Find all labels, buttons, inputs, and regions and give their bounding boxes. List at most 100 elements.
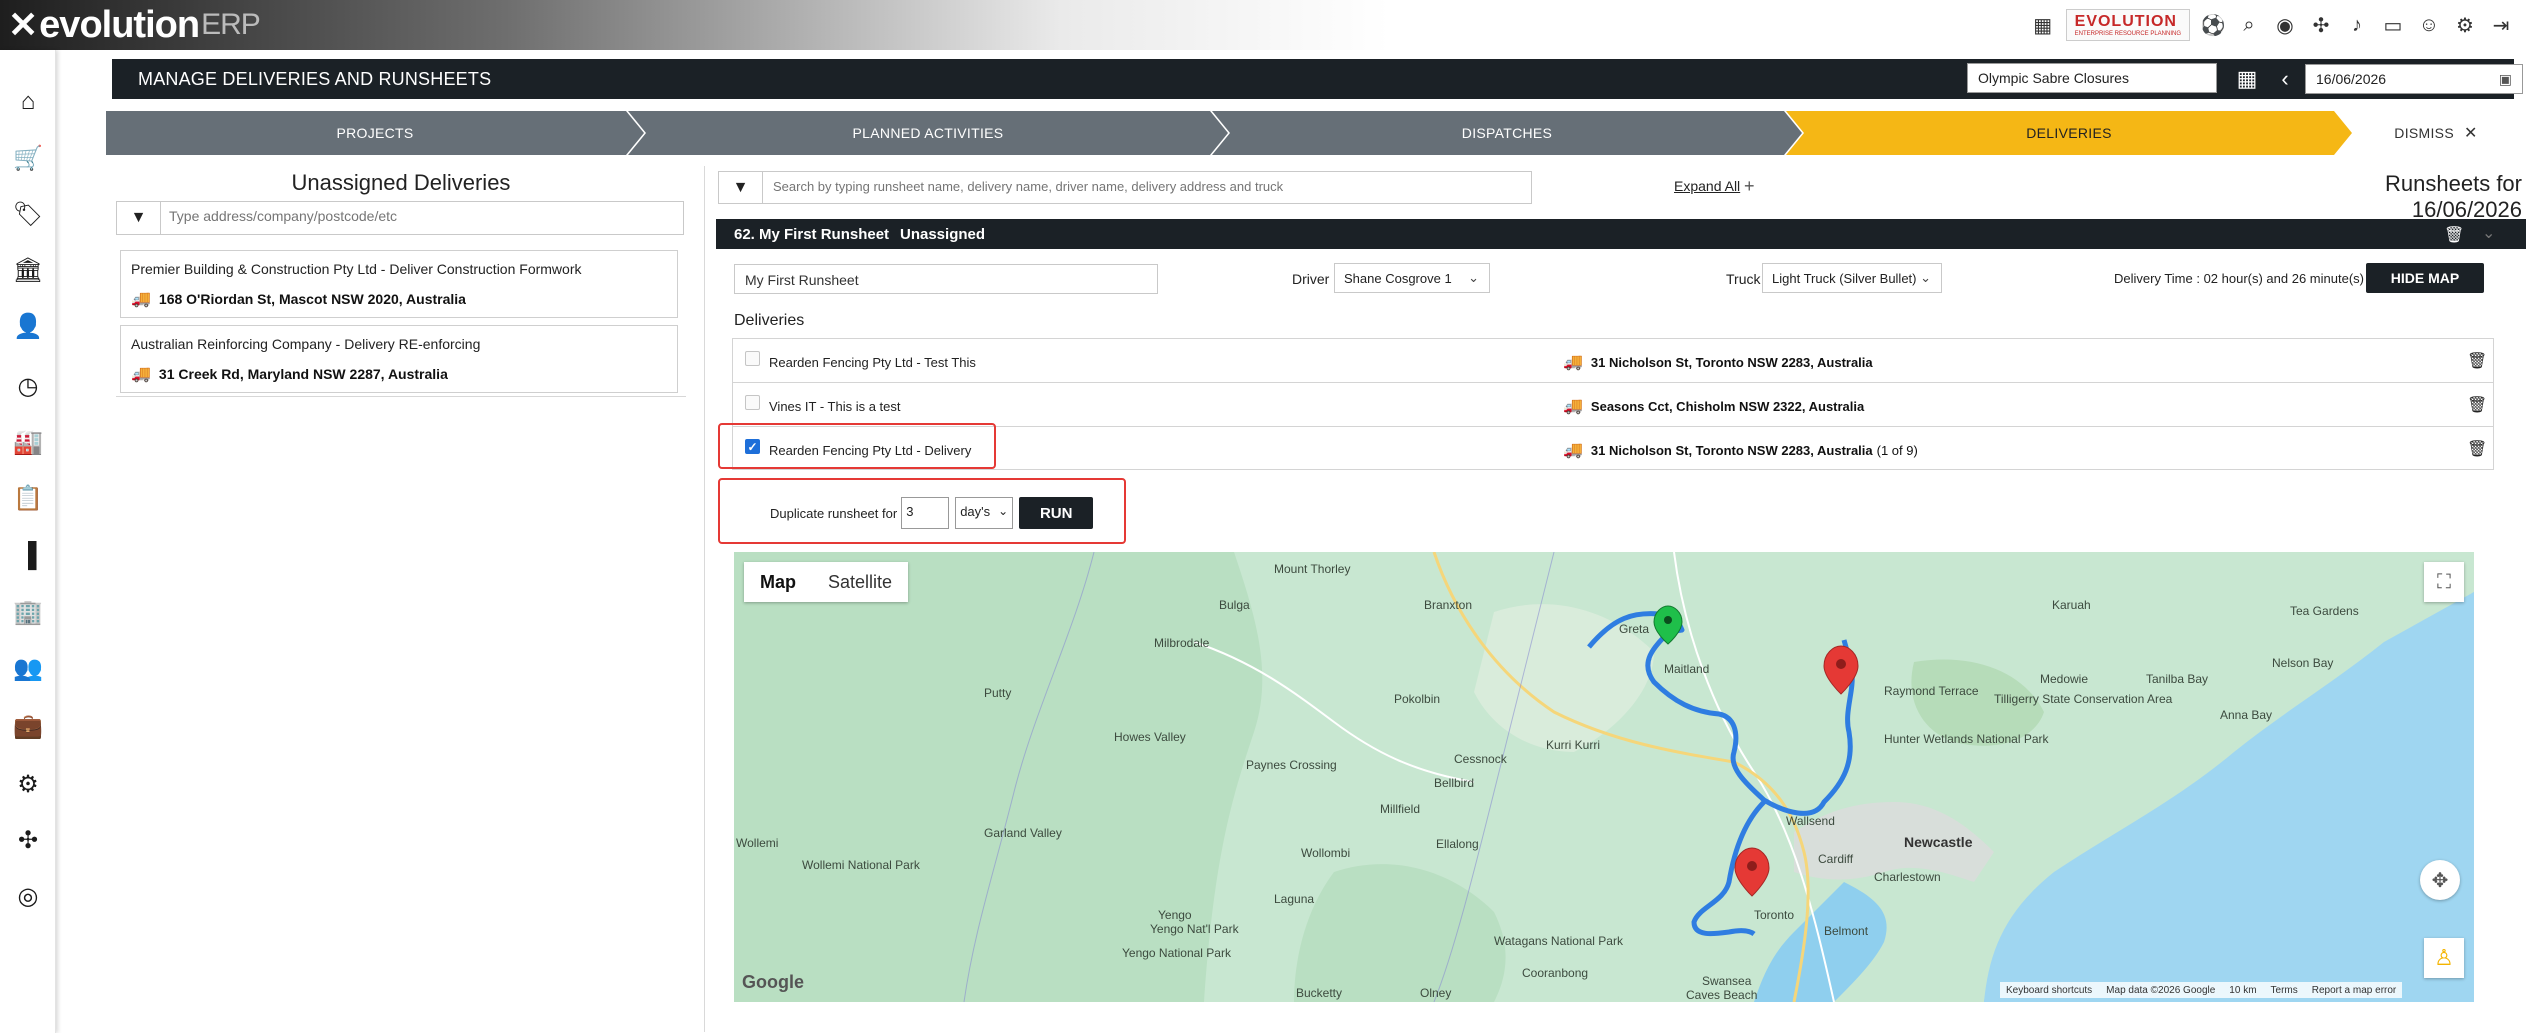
puzzle-icon[interactable]: ✣	[2308, 12, 2334, 38]
map-label: Maitland	[1664, 662, 1710, 676]
runsheet-name-input[interactable]: My First Runsheet	[734, 264, 1158, 294]
clock-icon[interactable]: ◷	[12, 370, 44, 402]
map-type-map[interactable]: Map	[744, 562, 812, 602]
map-label: Nelson Bay	[2272, 656, 2334, 670]
top-bar: ✕ evolution ERP ▦ EVOLUTION ENTERPRISE R…	[0, 0, 2526, 50]
map-label: Tanilba Bay	[2146, 672, 2209, 686]
tag-icon[interactable]: 🏷	[12, 198, 44, 230]
user-settings-icon[interactable]: 👤	[12, 310, 44, 342]
fullscreen-icon[interactable]: ⛶	[2424, 562, 2464, 602]
date-input[interactable]: 16/06/2026 ▣	[2305, 64, 2523, 94]
runsheet-header[interactable]: 62. My First Runsheet Unassigned 🗑 ⌄	[716, 219, 2526, 249]
gear-icon[interactable]: ⚙	[12, 768, 44, 800]
map-label: Tilligerry State Conservation Area	[1994, 692, 2173, 706]
chevron-down-icon[interactable]: ⌄	[2482, 223, 2495, 243]
search-icon[interactable]: ⌕	[2236, 12, 2262, 38]
location-select[interactable]: Olympic Sabre Closures	[1967, 63, 2217, 93]
briefcase-icon[interactable]: 💼	[12, 710, 44, 742]
driver-select[interactable]: Shane Cosgrove 1 ⌄	[1334, 263, 1490, 293]
grid-icon[interactable]: ▦	[2030, 12, 2056, 38]
step-planned-activities[interactable]: PLANNED ACTIVITIES	[628, 111, 1228, 155]
map-label: Bulga	[1219, 598, 1250, 612]
map-type-satellite[interactable]: Satellite	[812, 562, 908, 602]
step-deliveries[interactable]: DELIVERIES	[1786, 111, 2352, 155]
runsheets-title: Runsheets for 16/06/2026	[2385, 171, 2522, 222]
chevron-down-icon: ⌄	[1920, 270, 1931, 285]
map-label: Garland Valley	[984, 826, 1062, 840]
logout-icon[interactable]: ⇥	[2488, 12, 2514, 38]
cart-icon[interactable]: 🛒	[12, 142, 44, 174]
bell-icon[interactable]: ♪	[2344, 12, 2370, 38]
map-label: Putty	[984, 686, 1012, 700]
delivery-time: Delivery Time : 02 hour(s) and 26 minute…	[2114, 271, 2364, 286]
filter-icon[interactable]: ▼	[117, 202, 161, 234]
terms-link[interactable]: Terms	[2271, 985, 2298, 996]
step-projects[interactable]: PROJECTS	[106, 111, 644, 155]
camera-control-icon[interactable]: ✥	[2420, 860, 2460, 900]
truck-icon: 🚚	[1563, 398, 1583, 415]
brand-logo[interactable]: ✕ evolution ERP	[8, 3, 261, 46]
map-label: Cessnock	[1454, 752, 1507, 766]
dismiss-button[interactable]: DISMISS ✕	[2358, 111, 2514, 155]
trash-icon[interactable]: 🗑	[2467, 439, 2487, 459]
user-icon[interactable]: ☺	[2416, 12, 2442, 38]
lifebuoy-icon[interactable]: ◎	[12, 880, 44, 912]
map-label: Howes Valley	[1114, 730, 1186, 744]
runsheet-search: ▼	[718, 171, 1532, 204]
clipboard-icon[interactable]: 📋	[12, 482, 44, 514]
expand-all-link[interactable]: Expand All	[1674, 178, 1740, 194]
highlight-box	[718, 423, 996, 469]
unassigned-delivery-card[interactable]: Australian Reinforcing Company - Deliver…	[120, 325, 678, 393]
trash-icon[interactable]: 🗑	[2444, 225, 2464, 245]
map-label: Millfield	[1380, 802, 1421, 816]
brand-name: evolution	[39, 3, 200, 46]
driver-label: Driver	[1292, 271, 1330, 287]
map-label: Bucketty	[1296, 986, 1343, 1000]
hide-map-button[interactable]: HIDE MAP	[2366, 263, 2484, 293]
truck-icon: 🚚	[1563, 442, 1583, 459]
home-icon[interactable]: ⌂	[12, 86, 44, 118]
factory-icon[interactable]: 🏭	[12, 426, 44, 458]
delivery-checkbox[interactable]	[745, 395, 760, 410]
runsheet-search-input[interactable]	[773, 179, 1513, 194]
map-type-control: Map Satellite	[744, 562, 909, 602]
unassigned-filter: ▼	[116, 201, 684, 235]
report-error-link[interactable]: Report a map error	[2312, 985, 2396, 996]
truck-icon: 🚚	[131, 291, 151, 308]
keyboard-shortcuts-link[interactable]: Keyboard shortcuts	[2006, 985, 2092, 996]
delivery-checkbox[interactable]	[745, 351, 760, 366]
settings-icon[interactable]: ⚙	[2452, 12, 2478, 38]
unassigned-delivery-card[interactable]: Premier Building & Construction Pty Ltd …	[120, 250, 678, 318]
map-label: Toronto	[1754, 908, 1795, 922]
unassigned-search-input[interactable]	[169, 208, 669, 224]
building-icon[interactable]: 🏢	[12, 596, 44, 628]
map-label: Watagans National Park	[1494, 934, 1623, 948]
support-icon[interactable]: ⚽	[2200, 12, 2226, 38]
map-label: Mount Thorley	[1274, 562, 1351, 576]
filter-icon[interactable]: ▼	[719, 172, 763, 203]
puzzle-icon[interactable]: ✣	[12, 824, 44, 856]
route-map[interactable]: Mount Thorley Branxton Bulga Greta Milbr…	[734, 552, 2474, 1002]
map-label: Yengo	[1158, 908, 1192, 922]
map-footer: Keyboard shortcuts Map data ©2026 Google…	[2000, 982, 2403, 998]
pegman-icon[interactable]: ♙	[2424, 938, 2464, 978]
step-dispatches[interactable]: DISPATCHES	[1212, 111, 1802, 155]
date-picker-icon[interactable]: ▣	[2499, 71, 2512, 88]
calendar-icon[interactable]: ▦	[2234, 66, 2260, 92]
window-icon[interactable]: ▭	[2380, 12, 2406, 38]
plus-icon[interactable]: +	[1744, 176, 1755, 197]
map-label: Wollemi	[736, 836, 779, 850]
chart-icon[interactable]: ▐	[12, 540, 44, 572]
truck-icon: 🚚	[131, 366, 151, 383]
trash-icon[interactable]: 🗑	[2467, 395, 2487, 415]
map-label: Karuah	[2052, 598, 2091, 612]
support-icon[interactable]: ◉	[2272, 12, 2298, 38]
prev-date-button[interactable]: ‹	[2274, 65, 2296, 93]
map-label: Yengo National Park	[1122, 946, 1231, 960]
trash-icon[interactable]: 🗑	[2467, 351, 2487, 371]
map-scale[interactable]: 10 km	[2229, 985, 2256, 996]
people-icon[interactable]: 👥	[12, 652, 44, 684]
truck-select[interactable]: Light Truck (Silver Bullet) ⌄	[1762, 263, 1942, 293]
highlight-box	[718, 478, 1126, 544]
bank-icon[interactable]: 🏛	[12, 254, 44, 286]
